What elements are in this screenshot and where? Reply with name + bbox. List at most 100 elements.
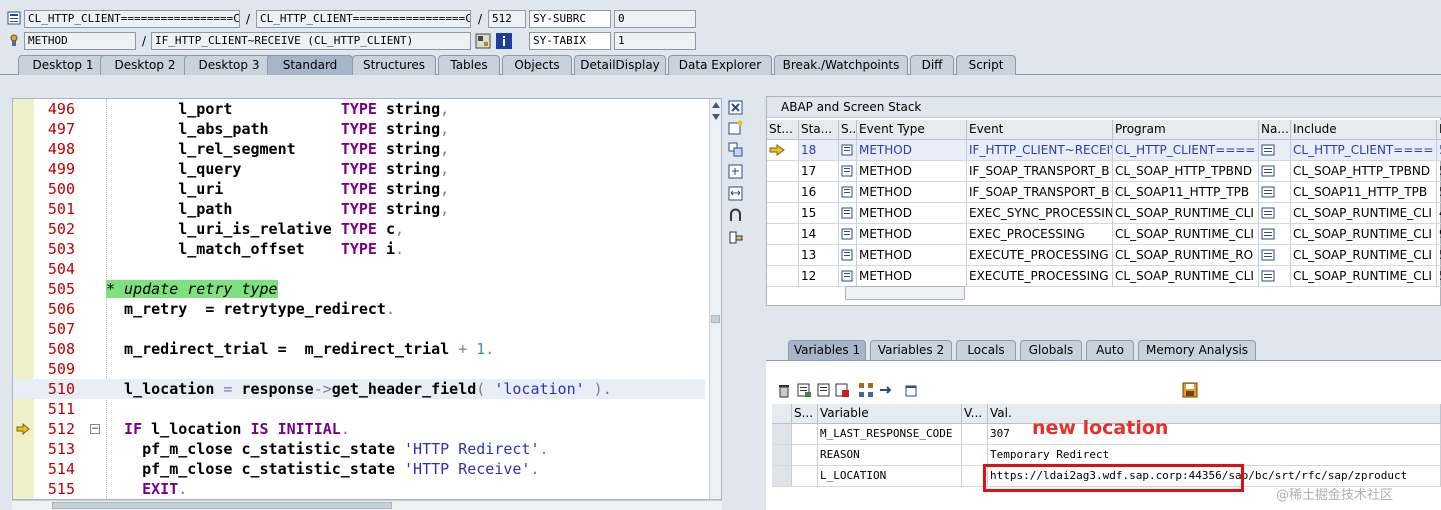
tab-desktop-2[interactable]: Desktop 2 [100, 55, 190, 75]
navigate-icon[interactable] [1261, 144, 1275, 156]
code-line[interactable]: 502 l_uri_is_relative TYPE c, [13, 219, 705, 239]
col-header[interactable]: L [1437, 120, 1441, 140]
col-header[interactable]: V... [962, 404, 988, 424]
save-icon[interactable] [1182, 382, 1198, 398]
col-header[interactable]: S... [839, 120, 857, 140]
tab-script[interactable]: Script [956, 55, 1016, 75]
event-type-field[interactable]: METHOD [24, 32, 136, 50]
display-object-icon[interactable] [475, 33, 491, 49]
stack-row[interactable]: 14 METHOD EXEC_PROCESSING CL_SOAP_RUNTIME_C… [767, 224, 1441, 245]
swap-tool-icon[interactable] [728, 142, 743, 157]
class-name-field[interactable]: CL_HTTP_CLIENT=================CP [24, 10, 240, 28]
code-line[interactable]: 499 l_query TYPE string, [13, 159, 705, 179]
variable-name-cell[interactable]: L_LOCATION [818, 466, 962, 487]
delete-icon[interactable] [776, 382, 792, 398]
sysvar-tabix-name[interactable]: SY-TABIX [529, 32, 611, 50]
tab-structures[interactable]: Structures [352, 55, 436, 75]
code-line[interactable]: 507 [13, 319, 705, 339]
source-code-icon[interactable] [841, 186, 853, 198]
tab-standard[interactable]: Standard [267, 55, 353, 75]
code-line[interactable]: 496 l_port TYPE string, [13, 99, 705, 119]
code-line[interactable]: 513 pf_m_close c_statistic_state 'HTTP R… [13, 439, 705, 459]
tab-locals[interactable]: Locals [956, 340, 1016, 360]
source-code-icon[interactable] [841, 270, 853, 282]
tab-variables-2[interactable]: Variables 2 [870, 340, 952, 360]
row-selector[interactable] [772, 466, 792, 487]
tab-tables[interactable]: Tables [438, 55, 500, 75]
hierarchy-icon[interactable] [858, 382, 874, 398]
stack-row[interactable]: 18 METHOD IF_HTTP_CLIENT~RECEIVE CL_HTTP_CL… [767, 140, 1441, 161]
code-line[interactable]: 503 l_match_offset TYPE i. [13, 239, 705, 259]
program-field[interactable]: CL_HTTP_CLIENT=================CM [256, 10, 471, 28]
tab-breakpoints[interactable]: Break./Watchpoints [774, 55, 908, 75]
stack-row[interactable]: 13 METHOD EXECUTE_PROCESSING CL_SOAP_RUNTIM… [767, 245, 1441, 266]
scroll-up-icon[interactable] [711, 101, 721, 109]
stack-row[interactable]: 12 METHOD EXECUTE_PROCESSING CL_SOAP_RUNTIM… [767, 266, 1441, 287]
code-line[interactable]: 504 [13, 259, 705, 279]
save-variables-icon[interactable] [816, 382, 832, 398]
code-line[interactable]: 500 l_uri TYPE string, [13, 179, 705, 199]
info-icon[interactable] [496, 33, 512, 49]
export-icon[interactable] [834, 382, 850, 398]
tab-desktop-1[interactable]: Desktop 1 [18, 55, 108, 75]
navigate-icon[interactable] [1261, 186, 1275, 198]
source-code-icon[interactable] [841, 207, 853, 219]
navigate-icon[interactable] [1261, 207, 1275, 219]
editor-horizontal-scrollbar[interactable] [12, 500, 722, 510]
col-header[interactable]: Event Type [857, 120, 967, 140]
code-line[interactable]: 511 [13, 399, 705, 419]
code-line[interactable]: 498 l_rel_segment TYPE string, [13, 139, 705, 159]
navigate-icon[interactable] [1261, 165, 1275, 177]
code-line[interactable]: 514 pf_m_close c_statistic_state 'HTTP R… [13, 459, 705, 479]
stack-row[interactable]: 15 METHOD EXEC_SYNC_PROCESSING CL_SOAP_RUNT… [767, 203, 1441, 224]
variable-name-cell[interactable]: REASON [818, 445, 962, 466]
tab-detaildisplay[interactable]: DetailDisplay [574, 55, 666, 75]
sysvar-subrc-name[interactable]: SY-SUBRC [529, 10, 611, 28]
variable-row[interactable]: REASON Temporary Redirect [772, 445, 1441, 466]
col-header[interactable]: Program [1113, 120, 1259, 140]
hscroll-thumb[interactable] [52, 502, 392, 509]
tab-desktop-3[interactable]: Desktop 3 [184, 55, 274, 75]
stack-row[interactable]: 16 METHOD IF_SOAP_TRANSPORT_B CL_SOAP11_HTT… [767, 182, 1441, 203]
tab-objects[interactable]: Objects [502, 55, 572, 75]
col-header[interactable] [772, 404, 792, 424]
settings-icon[interactable] [728, 230, 743, 245]
close-icon[interactable] [728, 100, 743, 115]
event-field[interactable]: IF_HTTP_CLIENT~RECEIVE (CL_HTTP_CLIENT) [151, 32, 471, 50]
tab-data-explorer[interactable]: Data Explorer [668, 55, 772, 75]
col-header[interactable]: St... [767, 120, 799, 140]
code-line[interactable]: 506 m_retry = retrytype_redirect. [13, 299, 705, 319]
editor-vertical-scrollbar[interactable] [709, 99, 721, 499]
col-header[interactable]: Event [967, 120, 1113, 140]
variable-name-cell[interactable]: M_LAST_RESPONSE_CODE [818, 424, 962, 445]
source-code-icon[interactable] [841, 144, 853, 156]
tab-variables-1[interactable]: Variables 1 [788, 340, 866, 360]
stack-horizontal-scrollbar[interactable] [845, 286, 965, 300]
variable-value-cell[interactable]: Temporary Redirect [988, 445, 1441, 466]
col-header[interactable]: Sta... [799, 120, 839, 140]
tab-auto[interactable]: Auto [1086, 340, 1134, 360]
source-code-icon[interactable] [841, 228, 853, 240]
line-field[interactable]: 512 [488, 10, 526, 28]
navigate-icon[interactable] [1261, 270, 1275, 282]
source-code-icon[interactable] [841, 165, 853, 177]
source-code-editor[interactable]: 496 l_port TYPE string, 497 l_abs_path TY… [12, 98, 722, 500]
resize-icon[interactable] [728, 186, 743, 201]
navigate-icon[interactable] [878, 382, 894, 398]
code-line[interactable]: 497 l_abs_path TYPE string, [13, 119, 705, 139]
maximize-icon[interactable] [728, 164, 743, 179]
load-variables-icon[interactable] [796, 382, 812, 398]
code-line[interactable]: 508 m_redirect_trial = m_redirect_trial … [13, 339, 705, 359]
source-code-icon[interactable] [841, 249, 853, 261]
col-header[interactable]: Na... [1259, 120, 1291, 140]
code-line[interactable]: 515 EXIT. [13, 479, 705, 499]
scroll-down-icon[interactable] [711, 113, 721, 121]
tab-diff[interactable]: Diff [910, 55, 954, 75]
new-window-icon[interactable] [904, 382, 920, 398]
services-icon[interactable] [728, 208, 743, 223]
navigate-icon[interactable] [1261, 228, 1275, 240]
navigate-icon[interactable] [1261, 249, 1275, 261]
fold-toggle-icon[interactable]: − [90, 424, 100, 434]
row-selector[interactable] [772, 445, 792, 466]
code-line[interactable]: 509 [13, 359, 705, 379]
